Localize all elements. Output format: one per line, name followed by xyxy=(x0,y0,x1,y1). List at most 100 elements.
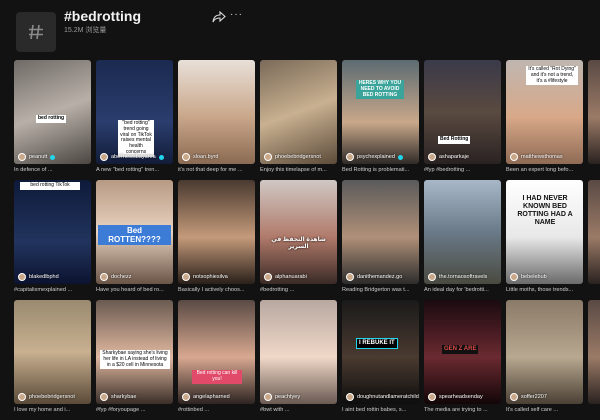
video-caption[interactable]: I aint bed rottin babes, s... xyxy=(342,407,419,413)
creator-info[interactable]: soffer2207 xyxy=(510,393,547,401)
video-caption[interactable]: Bed Rotting is problemati... xyxy=(342,167,419,173)
creator-info[interactable]: phoebebridgersnot xyxy=(18,393,75,401)
video-thumbnail[interactable]: phoebebridgersnot xyxy=(14,300,91,404)
video-card[interactable]: the.tornaosoftravels An ideal day for 'be… xyxy=(424,180,501,296)
creator-info[interactable]: dochezz xyxy=(100,273,132,281)
video-thumbnail[interactable]: notsophiesilva xyxy=(178,180,255,284)
video-thumbnail[interactable]: "bed rotting" trend going viral on TikTo… xyxy=(96,60,173,164)
avatar xyxy=(182,153,190,161)
video-thumbnail[interactable]: danithemandez.go xyxy=(342,180,419,284)
video-card[interactable]: soffer2207 It's called self care ... xyxy=(506,300,583,416)
video-caption[interactable]: Enjoy this timelapse of m... xyxy=(260,167,337,173)
video-thumbnail[interactable] xyxy=(588,60,600,164)
video-card[interactable]: Sharkybae saying she's living her life i… xyxy=(96,300,173,416)
video-card[interactable]: GEN Z ARE spearheadsenday The media are tr… xyxy=(424,300,501,416)
video-thumbnail[interactable]: peachtyey xyxy=(260,300,337,404)
avatar xyxy=(18,273,26,281)
video-thumbnail[interactable]: sloan.byrd xyxy=(178,60,255,164)
video-card[interactable]: I REBUKE IT doughnutandlameratchild I aint… xyxy=(342,300,419,416)
video-caption[interactable]: Basically I actively choos... xyxy=(178,287,255,293)
creator-username: alphanuarabi xyxy=(275,274,307,280)
video-thumbnail[interactable]: GEN Z ARE spearheadsenday xyxy=(424,300,501,404)
creator-info[interactable]: abc7newsbayarea xyxy=(100,153,164,161)
creator-info[interactable]: bebelebub xyxy=(510,273,547,281)
video-card[interactable]: sloan.byrd it's not that deep for me ... xyxy=(178,60,255,176)
creator-info[interactable]: the.tornaosoftravels xyxy=(428,273,487,281)
creator-info[interactable]: sloan.byrd xyxy=(182,153,218,161)
creator-info[interactable]: peachtyey xyxy=(264,393,300,401)
video-caption[interactable]: Been an expert long befo... xyxy=(506,167,583,173)
video-caption[interactable]: Reading Bridgerton was t... xyxy=(342,287,419,293)
video-thumbnail[interactable]: phoebebridgersnot xyxy=(260,60,337,164)
video-card[interactable]: I HAD NEVER KNOWN BED ROTTING HAD A NAME… xyxy=(506,180,583,296)
video-caption[interactable]: #capitalismexplained ... xyxy=(14,287,91,293)
video-caption[interactable]: Little moths, those trends... xyxy=(506,287,583,293)
creator-username: blakedlbphd xyxy=(29,274,59,280)
creator-username: peanutt xyxy=(29,154,48,160)
video-card[interactable]: Bed ROTTEN???? dochezz Have you heard of b… xyxy=(96,180,173,296)
video-caption[interactable]: A new "bed rotting" tren... xyxy=(96,167,173,173)
video-thumbnail[interactable]: I HAD NEVER KNOWN BED ROTTING HAD A NAME… xyxy=(506,180,583,284)
video-card[interactable]: phoebebridgersnot I love my home and i... xyxy=(14,300,91,416)
video-caption[interactable]: In defence of ... xyxy=(14,167,91,173)
video-thumbnail[interactable]: soffer2207 xyxy=(506,300,583,404)
creator-info[interactable]: alphanuarabi xyxy=(264,273,307,281)
video-thumbnail[interactable]: Bed ROTTEN???? dochezz xyxy=(96,180,173,284)
video-card[interactable]: bed rotting peanutt In defence of ... xyxy=(14,60,91,176)
video-thumbnail[interactable]: bed rotting TikTok blakedlbphd xyxy=(14,180,91,284)
video-caption[interactable]: It's called self care ... xyxy=(506,407,583,413)
video-thumbnail[interactable]: Bed rotting can kill you! angelapharned xyxy=(178,300,255,404)
video-thumbnail[interactable] xyxy=(588,300,600,404)
creator-info[interactable]: danithemandez.go xyxy=(346,273,402,281)
share-icon[interactable] xyxy=(212,10,226,24)
more-icon[interactable]: ··· xyxy=(230,9,243,20)
video-card[interactable]: peachtyey #bwt with ... xyxy=(260,300,337,416)
video-card[interactable]: Bed Rotting ashaparkaje #fyp #bedrotting .… xyxy=(424,60,501,176)
creator-info[interactable]: doughnutandlameratchild xyxy=(346,393,419,401)
avatar xyxy=(18,153,26,161)
hashtag-icon xyxy=(16,12,56,52)
video-caption[interactable]: An ideal day for 'bedrotti... xyxy=(424,287,501,293)
creator-info[interactable]: ashaparkaje xyxy=(428,153,469,161)
creator-username: ashaparkaje xyxy=(439,154,469,160)
avatar xyxy=(346,393,354,401)
video-card[interactable]: "bed rotting" trend going viral on TikTo… xyxy=(96,60,173,176)
video-caption[interactable]: #fyp #bedrotting ... xyxy=(424,167,501,173)
creator-info[interactable]: sharkybae xyxy=(100,393,136,401)
video-caption[interactable]: it's not that deep for me ... xyxy=(178,167,255,173)
video-thumbnail[interactable]: I REBUKE IT doughnutandlameratchild xyxy=(342,300,419,404)
video-thumbnail[interactable]: bed rotting peanutt xyxy=(14,60,91,164)
video-caption[interactable]: Have you heard of bed ro... xyxy=(96,287,173,293)
video-card[interactable]: phoebebridgersnot Enjoy this timelapse of… xyxy=(260,60,337,176)
video-thumbnail[interactable]: HERES WHY YOU NEED TO AVOID BED ROTTING p… xyxy=(342,60,419,164)
video-caption[interactable]: The media are trying to ... xyxy=(424,407,501,413)
video-thumbnail[interactable]: Sharkybae saying she's living her life i… xyxy=(96,300,173,404)
creator-info[interactable]: notsophiesilva xyxy=(182,273,228,281)
video-card[interactable]: HERES WHY YOU NEED TO AVOID BED ROTTING p… xyxy=(342,60,419,176)
creator-info[interactable]: spearheadsenday xyxy=(428,393,483,401)
video-caption[interactable]: #rottinbed ... xyxy=(178,407,255,413)
video-card[interactable]: bed rotting TikTok blakedlbphd #capitalism… xyxy=(14,180,91,296)
avatar xyxy=(428,393,436,401)
creator-info[interactable]: psychexplained xyxy=(346,153,403,161)
creator-info[interactable]: blakedlbphd xyxy=(18,273,59,281)
video-card[interactable]: notsophiesilva Basically I actively choos… xyxy=(178,180,255,296)
video-card[interactable]: Bed rotting can kill you! angelapharned #r… xyxy=(178,300,255,416)
video-caption[interactable]: #fyp #foryoupage ... xyxy=(96,407,173,413)
creator-info[interactable]: peanutt xyxy=(18,153,56,161)
video-thumbnail[interactable]: It's called "Rot Dying" and it's not a t… xyxy=(506,60,583,164)
creator-info[interactable]: angelapharned xyxy=(182,393,230,401)
thumbnail-overlay-text: I REBUKE IT xyxy=(356,338,398,349)
video-thumbnail[interactable] xyxy=(588,180,600,284)
video-card[interactable]: It's called "Rot Dying" and it's not a t… xyxy=(506,60,583,176)
video-caption[interactable]: #bwt with ... xyxy=(260,407,337,413)
creator-info[interactable]: phoebebridgersnot xyxy=(264,153,321,161)
video-thumbnail[interactable]: the.tornaosoftravels xyxy=(424,180,501,284)
video-caption[interactable]: I love my home and i... xyxy=(14,407,91,413)
video-caption[interactable]: #bedrotting ... xyxy=(260,287,337,293)
creator-info[interactable]: matthewsthomas xyxy=(510,153,563,161)
video-card[interactable]: شاهدة التحفظ في السرير alphanuarabi #bedro… xyxy=(260,180,337,296)
video-thumbnail[interactable]: شاهدة التحفظ في السرير alphanuarabi xyxy=(260,180,337,284)
video-card[interactable]: danithemandez.go Reading Bridgerton was t… xyxy=(342,180,419,296)
video-thumbnail[interactable]: Bed Rotting ashaparkaje xyxy=(424,60,501,164)
